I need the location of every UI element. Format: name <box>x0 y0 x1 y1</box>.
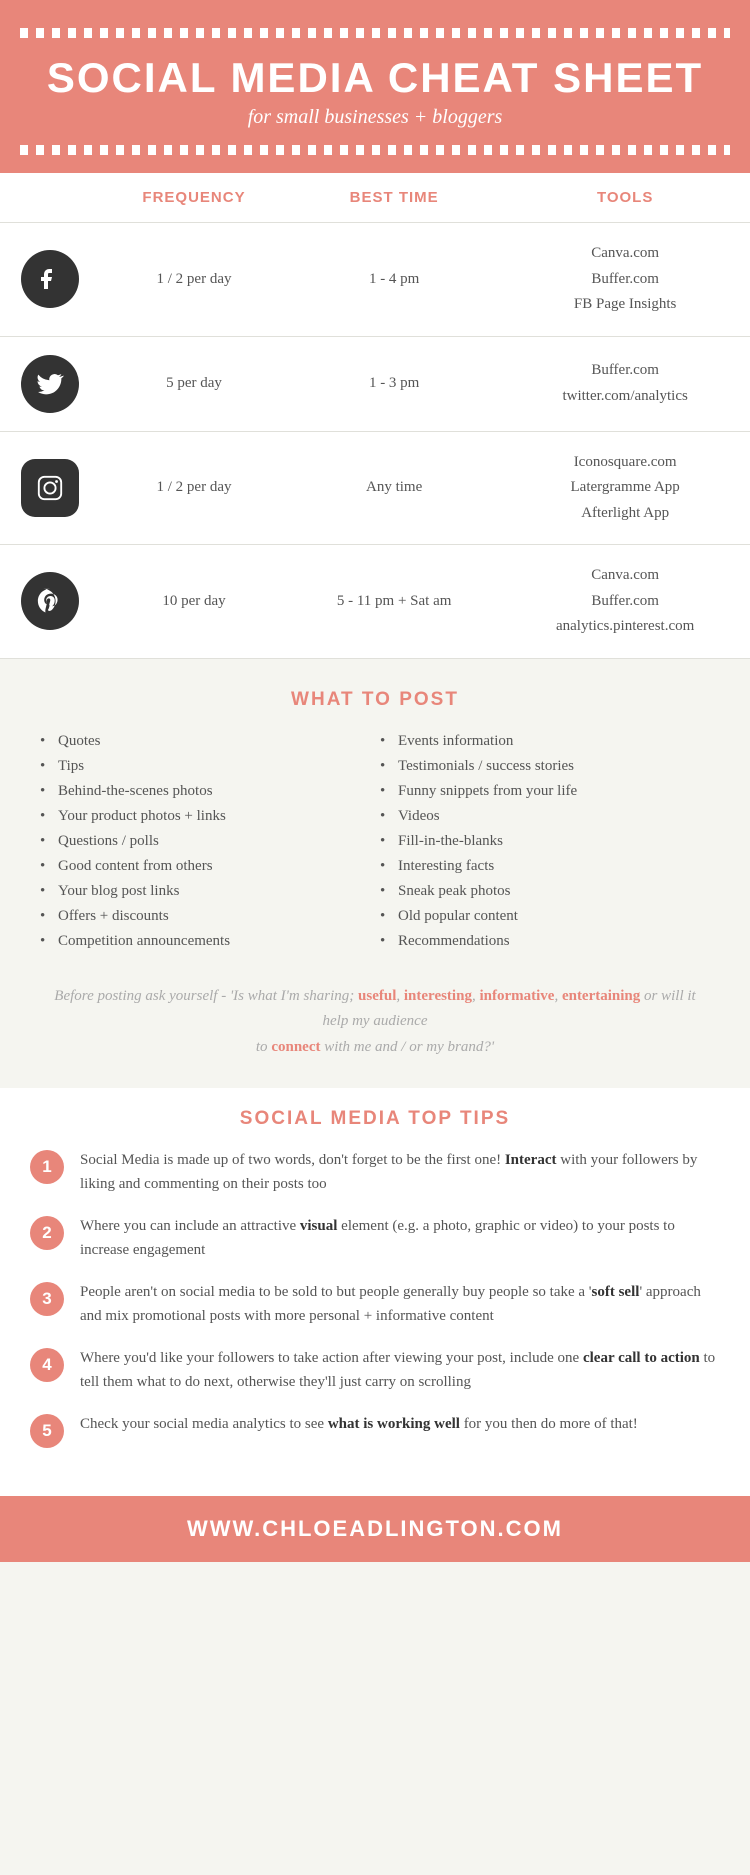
top-tips-title: SOCIAL MEDIA TOP TIPS <box>30 1108 720 1130</box>
tips-list: 1 Social Media is made up of two words, … <box>30 1148 720 1448</box>
pinterest-tools: Canva.comBuffer.comanalytics.pinterest.c… <box>500 545 750 659</box>
quote-interesting: interesting <box>404 988 472 1004</box>
quote-informative: informative <box>479 988 554 1004</box>
list-item: Funny snippets from your life <box>380 779 710 804</box>
tip-item-4: 4 Where you'd like your followers to tak… <box>30 1346 720 1394</box>
motivational-quote: Before posting ask yourself - 'Is what I… <box>0 964 750 1089</box>
frequency-col-header: FREQUENCY <box>100 173 288 223</box>
instagram-platform-cell <box>0 431 100 545</box>
tip-number-1: 1 <box>30 1150 64 1184</box>
pinterest-platform-cell <box>0 545 100 659</box>
top-tips-section: SOCIAL MEDIA TOP TIPS 1 Social Media is … <box>0 1088 750 1496</box>
list-item: Competition announcements <box>40 929 370 954</box>
list-item: Good content from others <box>40 854 370 879</box>
facebook-platform-cell <box>0 223 100 337</box>
list-item: Fill-in-the-blanks <box>380 829 710 854</box>
instagram-best-time: Any time <box>288 431 500 545</box>
tip-number-5: 5 <box>30 1414 64 1448</box>
tip-text-5: Check your social media analytics to see… <box>80 1412 638 1436</box>
page-footer: WWW.CHLOEADLINGTON.COM <box>0 1496 750 1562</box>
tip-text-1: Social Media is made up of two words, do… <box>80 1148 720 1196</box>
list-item: Quotes <box>40 729 370 754</box>
list-item: Your product photos + links <box>40 804 370 829</box>
list-item: Questions / polls <box>40 829 370 854</box>
twitter-frequency: 5 per day <box>100 336 288 431</box>
tip-number-3: 3 <box>30 1282 64 1316</box>
pinterest-best-time: 5 - 11 pm + Sat am <box>288 545 500 659</box>
tip-item-3: 3 People aren't on social media to be so… <box>30 1280 720 1328</box>
twitter-platform-cell <box>0 336 100 431</box>
footer-url: WWW.CHLOEADLINGTON.COM <box>20 1516 730 1542</box>
page-subtitle: for small businesses + bloggers <box>20 106 730 129</box>
tools-col-header: TOOLS <box>500 173 750 223</box>
tip-item-2: 2 Where you can include an attractive vi… <box>30 1214 720 1262</box>
table-row: 10 per day 5 - 11 pm + Sat am Canva.comB… <box>0 545 750 659</box>
list-item: Tips <box>40 754 370 779</box>
social-media-table: FREQUENCY BEST TIME TOOLS 1 / 2 per day … <box>0 173 750 659</box>
list-item: Videos <box>380 804 710 829</box>
page-title: SOCIAL MEDIA CHEAT SHEET <box>20 54 730 102</box>
tip-text-3: People aren't on social media to be sold… <box>80 1280 720 1328</box>
list-item: Your blog post links <box>40 879 370 904</box>
table-row: 5 per day 1 - 3 pm Buffer.comtwitter.com… <box>0 336 750 431</box>
list-item: Sneak peak photos <box>380 879 710 904</box>
facebook-tools: Canva.comBuffer.comFB Page Insights <box>500 223 750 337</box>
best-time-col-header: BEST TIME <box>288 173 500 223</box>
table-row: 1 / 2 per day 1 - 4 pm Canva.comBuffer.c… <box>0 223 750 337</box>
twitter-icon <box>21 355 79 413</box>
quote-prefix: Before posting ask yourself - 'Is what I… <box>54 988 358 1004</box>
what-to-post-section: WHAT TO POST Quotes Tips Behind-the-scen… <box>0 659 750 1089</box>
list-item: Behind-the-scenes photos <box>40 779 370 804</box>
quote-connect: connect <box>271 1039 320 1055</box>
tip-number-4: 4 <box>30 1348 64 1382</box>
frequency-table-section: FREQUENCY BEST TIME TOOLS 1 / 2 per day … <box>0 173 750 659</box>
what-to-post-content: WHAT TO POST Quotes Tips Behind-the-scen… <box>0 669 750 964</box>
what-to-post-title: WHAT TO POST <box>30 689 720 711</box>
quote-entertaining: entertaining <box>562 988 640 1004</box>
tip-number-2: 2 <box>30 1216 64 1250</box>
facebook-icon <box>21 250 79 308</box>
what-to-post-lists: Quotes Tips Behind-the-scenes photos You… <box>30 729 720 954</box>
list-item: Interesting facts <box>380 854 710 879</box>
list-item: Events information <box>380 729 710 754</box>
pinterest-frequency: 10 per day <box>100 545 288 659</box>
tip-item-1: 1 Social Media is made up of two words, … <box>30 1148 720 1196</box>
right-list: Events information Testimonials / succes… <box>380 729 710 954</box>
page-header: SOCIAL MEDIA CHEAT SHEET for small busin… <box>0 0 750 173</box>
facebook-frequency: 1 / 2 per day <box>100 223 288 337</box>
platform-col-header <box>0 173 100 223</box>
tip-text-4: Where you'd like your followers to take … <box>80 1346 720 1394</box>
instagram-icon <box>21 459 79 517</box>
facebook-best-time: 1 - 4 pm <box>288 223 500 337</box>
table-row: 1 / 2 per day Any time Iconosquare.comLa… <box>0 431 750 545</box>
list-item: Recommendations <box>380 929 710 954</box>
twitter-tools: Buffer.comtwitter.com/analytics <box>500 336 750 431</box>
tip-text-2: Where you can include an attractive visu… <box>80 1214 720 1262</box>
quote-useful: useful <box>358 988 396 1004</box>
instagram-frequency: 1 / 2 per day <box>100 431 288 545</box>
pinterest-icon <box>21 572 79 630</box>
left-list: Quotes Tips Behind-the-scenes photos You… <box>40 729 370 954</box>
list-item: Old popular content <box>380 904 710 929</box>
list-item: Offers + discounts <box>40 904 370 929</box>
instagram-tools: Iconosquare.comLatergramme AppAfterlight… <box>500 431 750 545</box>
twitter-best-time: 1 - 3 pm <box>288 336 500 431</box>
list-item: Testimonials / success stories <box>380 754 710 779</box>
tip-item-5: 5 Check your social media analytics to s… <box>30 1412 720 1448</box>
